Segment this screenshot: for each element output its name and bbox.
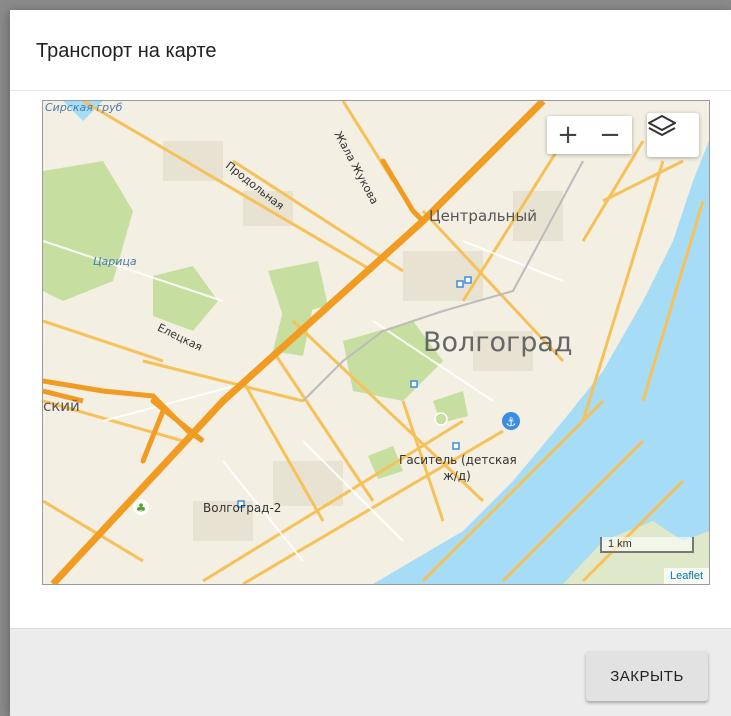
- map-label-volgograd: Волгоград: [423, 327, 573, 358]
- map-view[interactable]: ⚓ ♣ Сирская груб Жала Жукова Продольная …: [42, 100, 710, 585]
- map-label-tsentralny: Центральный: [429, 207, 537, 225]
- zoom-out-button[interactable]: −: [589, 116, 631, 154]
- map-label-volgograd2: Волгоград-2: [203, 501, 282, 515]
- map-label-gasitel-line2: ж/д): [443, 469, 471, 483]
- leaflet-link[interactable]: Leaflet: [670, 570, 703, 582]
- map-attribution: Leaflet: [663, 568, 709, 584]
- map-label-tsaritsa: Царица: [93, 255, 137, 268]
- dialog-footer: ЗАКРЫТЬ: [10, 628, 731, 716]
- close-button[interactable]: ЗАКРЫТЬ: [586, 651, 708, 701]
- title-divider: [10, 90, 731, 91]
- map-label-skiy: ский: [43, 397, 80, 415]
- map-label-top-left: Сирская груб: [45, 101, 123, 114]
- svg-text:⚓: ⚓: [506, 415, 517, 429]
- dialog-title: Транспорт на карте: [36, 40, 217, 62]
- layers-icon: [648, 115, 676, 136]
- zoom-control: + −: [547, 116, 632, 154]
- zoom-in-button[interactable]: +: [547, 116, 589, 154]
- layers-button[interactable]: [647, 113, 699, 157]
- scale-bar: 1 km: [600, 537, 694, 553]
- svg-text:♣: ♣: [136, 501, 147, 515]
- map-label-gasitel-line1: Гаситель (детская: [399, 453, 517, 467]
- map-tiles: ⚓ ♣: [43, 101, 709, 584]
- transport-map-dialog: Транспорт на карте ⚓ ♣ Сирская груб Жала…: [10, 10, 731, 716]
